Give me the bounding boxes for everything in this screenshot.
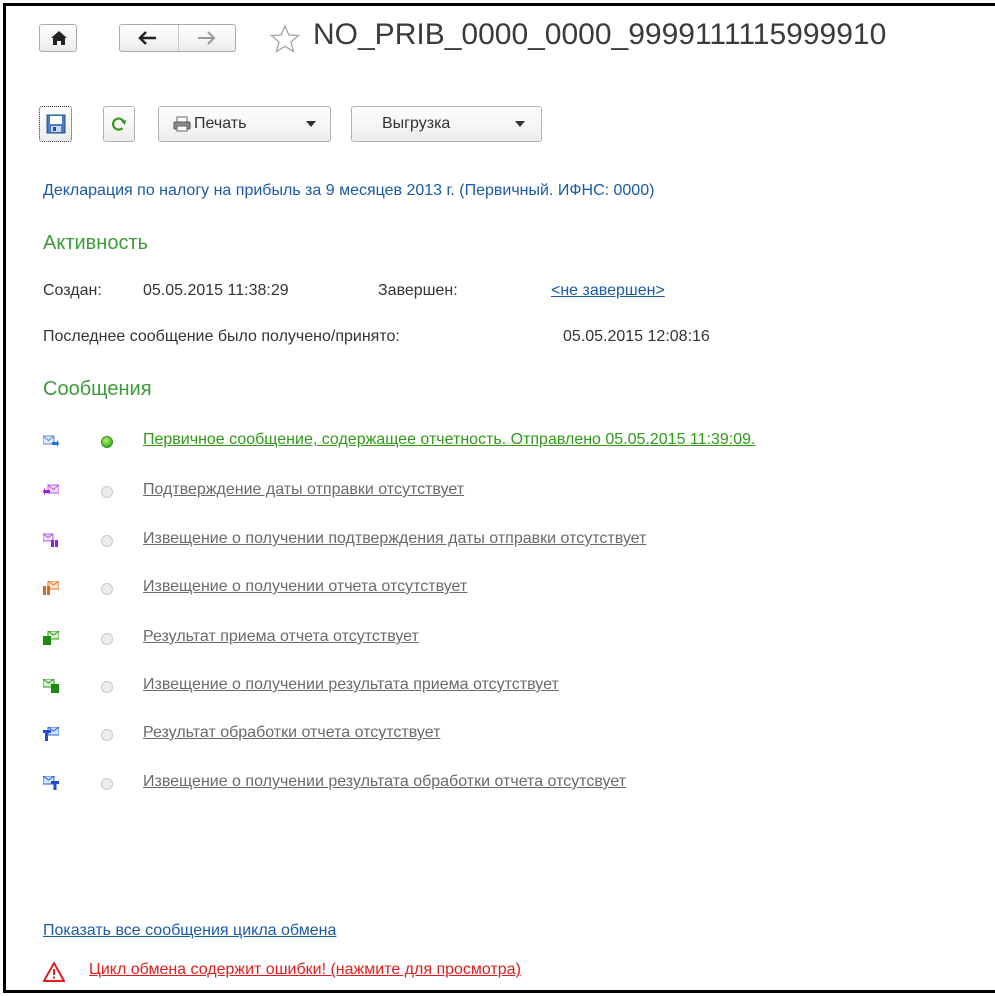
- message-link[interactable]: Извещение о получении результата приема …: [143, 676, 559, 694]
- envelope-processing-notice-icon: [43, 776, 59, 790]
- envelope-confirmation-icon: [43, 484, 59, 496]
- message-row[interactable]: Подтверждение даты отправки отсутствует: [43, 481, 993, 505]
- created-value: 05.05.2015 11:38:29: [143, 282, 289, 299]
- status-indicator-absent: [101, 583, 113, 595]
- envelope-acceptance-result-icon: [43, 631, 59, 645]
- envelope-report-notice-icon: [43, 581, 59, 595]
- message-link[interactable]: Извещение о получении результата обработ…: [143, 773, 626, 791]
- refresh-icon: [112, 117, 126, 131]
- last-message-value: 05.05.2015 12:08:16: [563, 328, 710, 345]
- message-row[interactable]: Извещение о получении результата обработ…: [43, 773, 993, 797]
- envelope-outgoing-icon: [43, 435, 59, 448]
- arrow-right-icon: [198, 31, 216, 45]
- forward-button[interactable]: [178, 25, 235, 51]
- save-to-disk-icon: [46, 114, 65, 134]
- message-row[interactable]: Извещение о получении подтверждения даты…: [43, 530, 993, 554]
- message-link[interactable]: Результат обработки отчета отсутствует: [143, 724, 440, 742]
- warning-triangle-icon: [43, 962, 65, 982]
- history-nav-group: [119, 24, 236, 52]
- status-indicator-absent: [101, 681, 113, 693]
- error-notice[interactable]: Цикл обмена содержит ошибки! (нажмите дл…: [43, 961, 743, 985]
- export-dropdown-button[interactable]: Выгрузка: [351, 106, 542, 142]
- status-indicator-absent: [101, 535, 113, 547]
- declaration-link[interactable]: Декларация по налогу на прибыль за 9 мес…: [43, 182, 654, 200]
- created-label: Создан:: [43, 282, 102, 299]
- message-row[interactable]: Результат обработки отчета отсутствует: [43, 724, 993, 748]
- envelope-acceptance-notice-icon: [43, 679, 59, 693]
- print-dropdown-button[interactable]: Печать: [158, 106, 331, 142]
- chevron-down-icon: [306, 121, 316, 127]
- save-button[interactable]: [39, 106, 72, 142]
- envelope-processing-result-icon: [43, 727, 59, 741]
- page-title: NO_PRIB_0000_0000_9999111115999910: [313, 18, 887, 51]
- back-button[interactable]: [120, 25, 179, 51]
- error-link[interactable]: Цикл обмена содержит ошибки! (нажмите дл…: [89, 961, 521, 979]
- status-indicator-received: [101, 436, 113, 448]
- finished-label: Завершен:: [378, 282, 458, 299]
- message-row[interactable]: Извещение о получении результата приема …: [43, 676, 993, 700]
- messages-heading: Сообщения: [43, 378, 152, 400]
- export-button-label: Выгрузка: [382, 115, 451, 132]
- envelope-notice-icon: [43, 533, 58, 547]
- message-row[interactable]: Результат приема отчета отсутствует: [43, 628, 993, 652]
- home-button[interactable]: [39, 24, 77, 52]
- message-row[interactable]: Первичное сообщение, содержащее отчетнос…: [43, 431, 993, 455]
- status-indicator-absent: [101, 633, 113, 645]
- last-message-label: Последнее сообщение было получено/принят…: [43, 328, 400, 345]
- status-indicator-absent: [101, 486, 113, 498]
- message-link[interactable]: Извещение о получении подтверждения даты…: [143, 530, 646, 548]
- refresh-button[interactable]: [103, 106, 135, 142]
- status-indicator-absent: [101, 729, 113, 741]
- print-button-label: Печать: [194, 115, 247, 132]
- message-link[interactable]: Первичное сообщение, содержащее отчетнос…: [143, 431, 755, 449]
- document-window: NO_PRIB_0000_0000_9999111115999910 Печат…: [3, 3, 995, 993]
- message-link[interactable]: Подтверждение даты отправки отсутствует: [143, 481, 464, 499]
- show-all-messages-link[interactable]: Показать все сообщения цикла обмена: [43, 922, 336, 940]
- message-row[interactable]: Извещение о получении отчета отсутствует: [43, 578, 993, 602]
- star-outline-icon[interactable]: [270, 24, 300, 54]
- finished-value-link[interactable]: <не завершен>: [551, 282, 665, 300]
- printer-icon: [173, 116, 191, 132]
- activity-heading: Активность: [43, 232, 149, 254]
- message-link[interactable]: Извещение о получении отчета отсутствует: [143, 578, 467, 596]
- arrow-left-icon: [138, 31, 156, 45]
- home-icon: [51, 31, 67, 45]
- message-link[interactable]: Результат приема отчета отсутствует: [143, 628, 419, 646]
- chevron-down-icon: [515, 121, 525, 127]
- status-indicator-absent: [101, 778, 113, 790]
